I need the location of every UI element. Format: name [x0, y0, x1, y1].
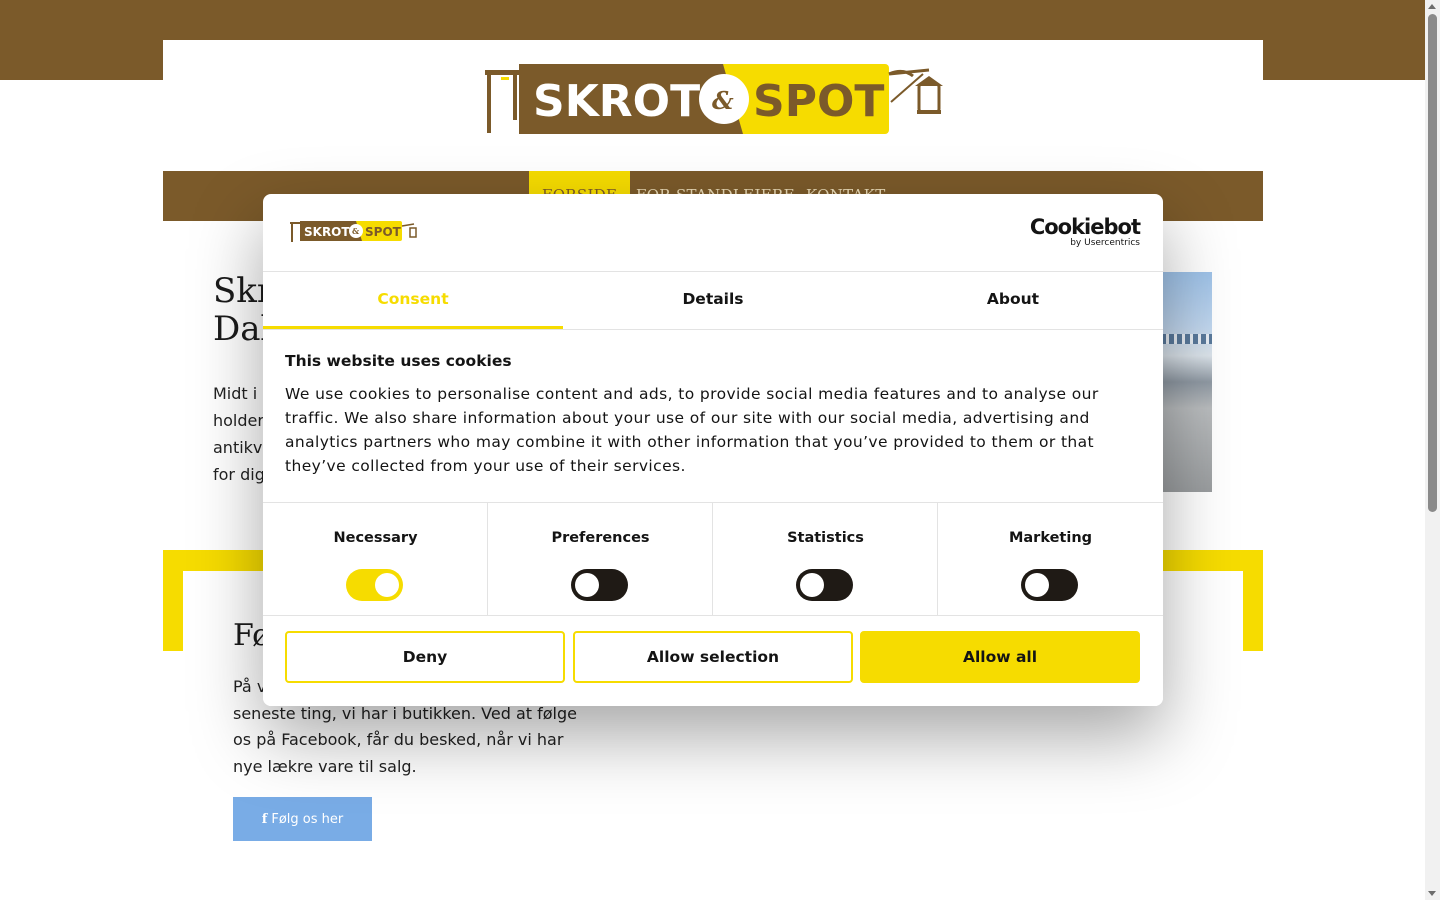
marketing-toggle[interactable] — [1021, 569, 1078, 601]
tab-about[interactable]: About — [863, 272, 1163, 329]
cookiebot-brand-sub: by Usercentrics — [1070, 238, 1140, 248]
preferences-toggle[interactable] — [571, 569, 628, 601]
store-photo — [1161, 272, 1212, 492]
logo-text-left: SKROT — [533, 76, 700, 127]
dialog-header: SKROT & SPOT Cookiebot by Usercentrics — [263, 194, 1163, 272]
consent-tabs: Consent Details About — [263, 272, 1163, 330]
page-scrollbar[interactable] — [1425, 0, 1440, 900]
consent-body: This website uses cookies We use cookies… — [285, 352, 1135, 478]
dialog-logo-amp: & — [352, 226, 360, 236]
category-statistics: Statistics — [713, 503, 938, 615]
allow-selection-button[interactable]: Allow selection — [573, 631, 853, 683]
consent-description: We use cookies to personalise content an… — [285, 385, 1099, 475]
consent-category-toggles: Necessary Preferences Statistics Marketi… — [263, 502, 1163, 616]
dialog-logo-left: SKROT — [304, 225, 350, 239]
tab-consent[interactable]: Consent — [263, 272, 563, 329]
dialog-site-logo: SKROT & SPOT — [290, 220, 420, 244]
cookiebot-brand: Cookiebot — [1029, 215, 1141, 239]
follow-facebook-label: Følg os her — [271, 811, 344, 827]
cookiebot-logo[interactable]: Cookiebot by Usercentrics — [1029, 215, 1141, 248]
dialog-logo-right: SPOT — [365, 225, 402, 239]
category-preferences: Preferences — [488, 503, 713, 615]
scroll-down-icon[interactable] — [1428, 891, 1436, 896]
follow-facebook-button[interactable]: f Følg os her — [233, 797, 372, 841]
category-necessary: Necessary — [263, 503, 488, 615]
category-label: Marketing — [1008, 530, 1093, 546]
facebook-text-line1: På v — [233, 677, 265, 696]
scroll-up-icon[interactable] — [1428, 4, 1436, 9]
consent-heading: This website uses cookies — [285, 352, 512, 370]
site-logo[interactable]: SKROT & SPOT — [483, 62, 943, 138]
facebook-section-title: Fø — [233, 618, 265, 653]
deny-button[interactable]: Deny — [285, 631, 565, 683]
facebook-icon: f — [261, 811, 268, 827]
statistics-toggle[interactable] — [796, 569, 853, 601]
scrollbar-thumb[interactable] — [1428, 14, 1437, 512]
logo-text-right: SPOT — [753, 76, 884, 127]
allow-all-button[interactable]: Allow all — [860, 631, 1140, 683]
category-label: Statistics — [787, 530, 864, 546]
tab-details[interactable]: Details — [563, 272, 863, 329]
necessary-toggle[interactable] — [346, 569, 403, 601]
category-label: Necessary — [333, 530, 418, 546]
logo-amp: & — [712, 86, 734, 115]
category-label: Preferences — [551, 530, 650, 546]
facebook-text-rest: seneste ting, vi har i butikken. Ved at … — [233, 703, 577, 776]
cookie-consent-dialog: SKROT & SPOT Cookiebot by Usercentrics C… — [263, 194, 1163, 706]
category-marketing: Marketing — [938, 503, 1163, 615]
